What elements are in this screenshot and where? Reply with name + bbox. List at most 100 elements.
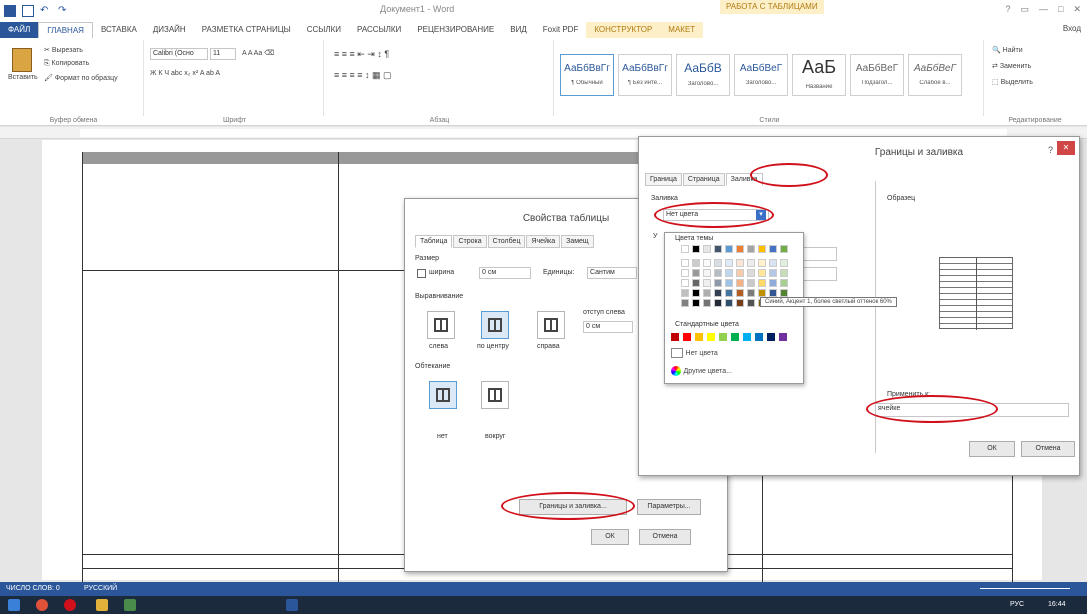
theme-color-swatch[interactable] [703, 245, 711, 253]
paragraph-buttons-row2[interactable]: ≡ ≡ ≡ ≡ ↕ ▦ ▢ [334, 70, 392, 81]
theme-color-swatch[interactable] [769, 269, 777, 277]
theme-color-swatch[interactable] [725, 245, 733, 253]
theme-color-swatch[interactable] [681, 269, 689, 277]
standard-color-swatch[interactable] [731, 333, 739, 341]
zoom-slider[interactable] [980, 588, 1070, 589]
theme-color-swatch[interactable] [703, 259, 711, 267]
paragraph-buttons-row1[interactable]: ≡ ≡ ≡ ⇤ ⇥ ↕ ¶ [334, 49, 389, 60]
minimize-icon[interactable]: — [1039, 4, 1048, 15]
theme-color-swatch[interactable] [692, 299, 700, 307]
theme-color-swatch[interactable] [747, 299, 755, 307]
cut-button[interactable]: ✂ Вырезать [44, 46, 83, 54]
theme-color-swatch[interactable] [769, 289, 777, 297]
tab-cell[interactable]: Ячейка [526, 235, 561, 248]
theme-color-swatch[interactable] [681, 279, 689, 287]
tab-layout[interactable]: РАЗМЕТКА СТРАНИЦЫ [194, 22, 299, 38]
table-props-cancel-button[interactable]: Отмена [639, 529, 691, 545]
save-icon[interactable] [22, 5, 34, 17]
theme-color-swatch[interactable] [736, 279, 744, 287]
tab-table-layout[interactable]: МАКЕТ [660, 22, 704, 38]
theme-color-swatch[interactable] [725, 299, 733, 307]
theme-color-swatch[interactable] [725, 269, 733, 277]
theme-color-swatch[interactable] [681, 289, 689, 297]
borders-close-button[interactable]: ✕ [1057, 141, 1075, 155]
theme-color-swatch[interactable] [714, 299, 722, 307]
ribbon-display-icon[interactable]: ▭ [1021, 4, 1030, 15]
theme-color-swatch[interactable] [769, 245, 777, 253]
align-right-option[interactable] [537, 311, 565, 339]
chrome-icon[interactable] [36, 599, 48, 611]
theme-color-swatch[interactable] [780, 259, 788, 267]
theme-color-swatch[interactable] [769, 279, 777, 287]
theme-color-swatch[interactable] [747, 289, 755, 297]
theme-color-swatch[interactable] [714, 289, 722, 297]
align-center-option[interactable] [481, 311, 509, 339]
borders-cancel-button[interactable]: Отмена [1021, 441, 1075, 457]
theme-color-swatch[interactable] [681, 299, 689, 307]
tab-column[interactable]: Столбец [487, 235, 526, 248]
theme-color-swatch[interactable] [692, 245, 700, 253]
tab-page-border[interactable]: Страница [682, 173, 725, 186]
taskbar-lang[interactable]: РУС [1010, 601, 1024, 608]
standard-color-swatch[interactable] [695, 333, 703, 341]
theme-color-swatch[interactable] [703, 279, 711, 287]
theme-color-swatch[interactable] [714, 269, 722, 277]
borders-ok-button[interactable]: ОК [969, 441, 1015, 457]
select-button[interactable]: ⬚ Выделить [992, 78, 1033, 86]
taskbar-clock[interactable]: 16:44 [1048, 601, 1066, 608]
theme-color-swatch[interactable] [703, 299, 711, 307]
theme-color-swatch[interactable] [714, 245, 722, 253]
standard-color-swatch[interactable] [779, 333, 787, 341]
style-subtle-emphasis[interactable]: АаБбВеГ Слабое в... [908, 54, 962, 96]
theme-color-swatch[interactable] [758, 245, 766, 253]
theme-color-swatch[interactable] [714, 279, 722, 287]
standard-color-swatch[interactable] [719, 333, 727, 341]
theme-color-swatch[interactable] [692, 289, 700, 297]
style-heading-1[interactable]: АаБбВ Заголово... [676, 54, 730, 96]
tab-mailings[interactable]: РАССЫЛКИ [349, 22, 409, 38]
theme-color-swatch[interactable] [747, 259, 755, 267]
theme-color-swatch[interactable] [681, 245, 689, 253]
tab-review[interactable]: РЕЦЕНЗИРОВАНИЕ [409, 22, 502, 38]
language-indicator[interactable]: РУССКИЙ [84, 585, 117, 592]
find-button[interactable]: 🔍 Найти [992, 46, 1023, 54]
theme-color-swatch[interactable] [736, 289, 744, 297]
theme-color-swatch[interactable] [736, 269, 744, 277]
tab-row[interactable]: Строка [453, 235, 487, 248]
theme-color-swatch[interactable] [703, 289, 711, 297]
theme-color-swatch[interactable] [725, 279, 733, 287]
style-heading-2[interactable]: АаБбВеГ Заголово... [734, 54, 788, 96]
no-color-option[interactable]: Нет цвета [671, 347, 799, 359]
standard-color-swatch[interactable] [671, 333, 679, 341]
copy-button[interactable]: ⎘ Копировать [44, 60, 89, 68]
align-left-option[interactable] [427, 311, 455, 339]
tab-table-design[interactable]: КОНСТРУКТОР [586, 22, 661, 38]
media-icon[interactable] [124, 599, 136, 611]
opera-icon[interactable] [64, 599, 76, 611]
replace-button[interactable]: ⇄ Заменить [992, 62, 1031, 70]
width-checkbox[interactable] [417, 269, 426, 278]
theme-color-swatch[interactable] [758, 259, 766, 267]
tab-alt-text[interactable]: Замещ [561, 235, 594, 248]
theme-color-swatch[interactable] [747, 279, 755, 287]
word-taskbar-icon[interactable] [286, 599, 298, 611]
tab-border[interactable]: Граница [645, 173, 682, 186]
borders-help-button[interactable]: ? [1048, 145, 1053, 155]
close-icon[interactable]: ✕ [1073, 4, 1081, 15]
theme-color-swatch[interactable] [758, 289, 766, 297]
theme-color-swatch[interactable] [703, 269, 711, 277]
tab-references[interactable]: ССЫЛКИ [299, 22, 349, 38]
standard-color-swatch[interactable] [683, 333, 691, 341]
font-size-buttons[interactable]: A A Aa ⌫ [242, 49, 274, 57]
standard-color-swatch[interactable] [755, 333, 763, 341]
tab-insert[interactable]: ВСТАВКА [93, 22, 145, 38]
undo-icon[interactable]: ↶ [40, 5, 52, 17]
theme-color-swatch[interactable] [780, 289, 788, 297]
redo-icon[interactable]: ↷ [58, 5, 70, 17]
measure-select[interactable]: Сантим [587, 267, 637, 279]
table-options-button[interactable]: Параметры... [637, 499, 701, 515]
theme-color-swatch[interactable] [758, 279, 766, 287]
standard-color-swatch[interactable] [743, 333, 751, 341]
start-icon[interactable] [8, 599, 20, 611]
explorer-icon[interactable] [96, 599, 108, 611]
